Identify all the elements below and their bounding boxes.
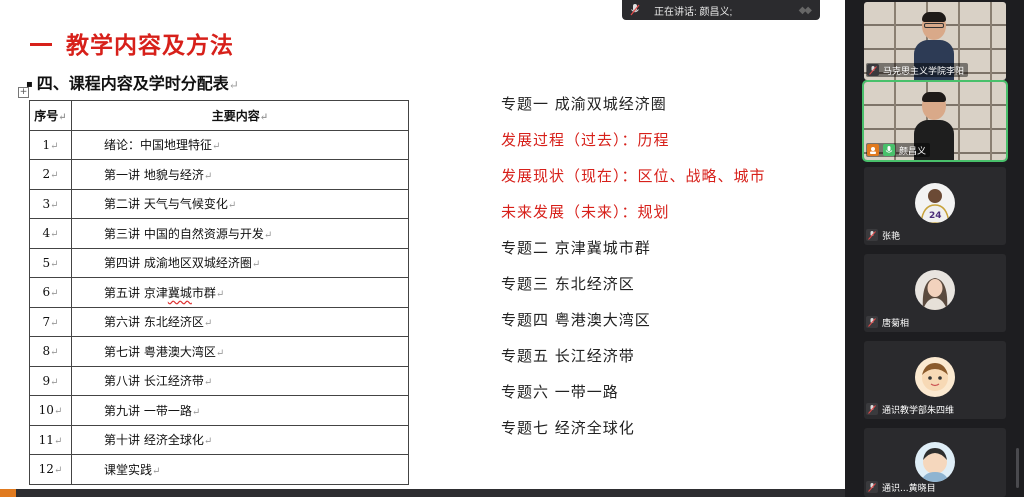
row-content: 第七讲 粤港澳大湾区↵ (71, 336, 409, 367)
title-dash (30, 43, 52, 46)
topic-item: 专题五 长江经济带 (501, 347, 635, 365)
mic-muted-icon (866, 481, 878, 493)
participant-name-bar: 唐菊相 (866, 315, 909, 329)
row-number: 1↵ (29, 129, 72, 160)
row-content: 第五讲 京津冀城市群↵ (71, 277, 409, 308)
topic-item: 专题六 一带一路 (501, 383, 619, 401)
participant-tile[interactable]: 马克思主义学院李阳 (864, 2, 1006, 80)
table-row: 4↵ 第三讲 中国的自然资源与开发↵ (29, 218, 409, 249)
table-row: 8↵ 第七讲 粤港澳大湾区↵ (29, 336, 409, 367)
active-speaker-bar[interactable]: 正在讲话: 颜昌义; ◆◆ (622, 0, 820, 20)
row-number: 11↵ (29, 424, 72, 455)
row-number: 2↵ (29, 159, 72, 190)
topic-subitem: 未来发展（未来）：规划 (501, 203, 670, 221)
row-content: 第九讲 一带一路↵ (71, 395, 409, 426)
svg-text:24: 24 (929, 211, 942, 221)
header-content: 主要内容↵ (71, 100, 409, 131)
topic-item: 专题四 粤港澳大湾区 (501, 311, 651, 329)
row-number: 8↵ (29, 336, 72, 367)
mic-muted-icon (866, 316, 878, 328)
subheading-text: 四、课程内容及学时分配表 (36, 74, 229, 93)
mic-icon (630, 4, 640, 16)
course-table: 序号↵ 主要内容↵ 1↵ 绪论：中国地理特征↵ 2↵ 第一讲 地貌与经济↵ 3↵… (29, 100, 409, 485)
participants-panel: 马克思主义学院李阳 颜昌义 24 张艳 唐菊相 通识教学部朱四维 通识...黄晓… (845, 0, 1024, 497)
participant-name: 张艳 (882, 231, 901, 242)
participant-tile-active[interactable]: 颜昌义 (862, 80, 1008, 162)
spellcheck-underline: 冀城 (167, 285, 192, 300)
row-content: 第三讲 中国的自然资源与开发↵ (71, 218, 409, 249)
table-row: 12↵ 课堂实践↵ (29, 454, 409, 485)
mic-muted-icon (866, 229, 878, 241)
topic-item: 专题二 京津冀城市群 (501, 239, 651, 257)
mic-muted-icon (867, 64, 879, 76)
table-row: 6↵ 第五讲 京津冀城市群↵ (29, 277, 409, 308)
header-no: 序号↵ (29, 100, 72, 131)
table-move-handle-icon[interactable]: + (18, 87, 29, 98)
table-header-row: 序号↵ 主要内容↵ (29, 100, 409, 131)
row-content: 绪论：中国地理特征↵ (71, 129, 409, 160)
speaker-label: 正在讲话: 颜昌义; (654, 6, 733, 18)
avatar (915, 357, 955, 397)
participant-name: 通识教学部朱四维 (882, 405, 955, 416)
topic-item: 专题七 经济全球化 (501, 419, 635, 437)
participant-name: 马克思主义学院李阳 (883, 66, 965, 77)
participant-name-bar: 通识教学部朱四维 (866, 402, 954, 416)
host-icon (867, 144, 879, 156)
participant-name-bar: 颜昌义 (866, 143, 931, 157)
participant-tile[interactable]: 24 张艳 (864, 167, 1006, 245)
table-row: 7↵ 第六讲 东北经济区↵ (29, 306, 409, 337)
participant-name: 颜昌义 (899, 146, 927, 157)
table-row: 3↵ 第二讲 天气与气候变化↵ (29, 188, 409, 219)
mic-muted-icon (866, 403, 878, 415)
section-subheading: ▪ 四、课程内容及学时分配表↵ (26, 70, 239, 94)
taskbar-app-icon[interactable] (0, 489, 16, 497)
participant-name-bar: 张艳 (866, 228, 900, 242)
row-number: 3↵ (29, 188, 72, 219)
table-row: 2↵ 第一讲 地貌与经济↵ (29, 159, 409, 190)
participant-name: 通识...黄晓目 (882, 483, 936, 494)
row-number: 6↵ (29, 277, 72, 308)
row-content: 第八讲 长江经济带↵ (71, 365, 409, 396)
table-row: 9↵ 第八讲 长江经济带↵ (29, 365, 409, 396)
table-row: 1↵ 绪论：中国地理特征↵ (29, 129, 409, 160)
row-number: 4↵ (29, 218, 72, 249)
paragraph-mark-icon: ↵ (228, 78, 239, 92)
table-row: 11↵ 第十讲 经济全球化↵ (29, 424, 409, 455)
topic-item: 专题一 成渝双城经济圈 (501, 95, 667, 113)
participant-name: 唐菊相 (882, 318, 910, 329)
participant-name-bar: 通识...黄晓目 (866, 480, 936, 494)
row-content: 第六讲 东北经济区↵ (71, 306, 409, 337)
shared-slide: 教学内容及方法 ▪ 四、课程内容及学时分配表↵ + 序号↵ 主要内容↵ 1↵ 绪论… (0, 0, 845, 489)
avatar (915, 270, 955, 310)
slide-title: 教学内容及方法 (30, 26, 234, 60)
row-content: 第一讲 地貌与经济↵ (71, 159, 409, 190)
avatar: 24 (915, 183, 955, 223)
participant-tile[interactable]: 通识教学部朱四维 (864, 341, 1006, 419)
row-content: 课堂实践↵ (71, 454, 409, 485)
topic-subitem: 发展过程（过去）：历程 (501, 131, 670, 149)
row-number: 12↵ (29, 454, 72, 485)
drag-handle-icon[interactable]: ◆◆ (799, 5, 812, 16)
row-number: 5↵ (29, 247, 72, 278)
topic-list: 专题一 成渝双城经济圈 发展过程（过去）：历程 发展现状（现在）：区位、战略、城… (501, 92, 766, 452)
participant-tile[interactable]: 通识...黄晓目 (864, 428, 1006, 497)
topic-item: 专题三 东北经济区 (501, 275, 635, 293)
table-row: 5↵ 第四讲 成渝地区双城经济圈↵ (29, 247, 409, 278)
slide-title-text: 教学内容及方法 (66, 33, 234, 59)
topic-subitem: 发展现状（现在）：区位、战略、城市 (501, 167, 766, 185)
mic-active-icon (883, 144, 895, 156)
panel-scrollbar[interactable] (1016, 448, 1019, 488)
avatar (915, 442, 955, 482)
row-number: 7↵ (29, 306, 72, 337)
participant-name-bar: 马克思主义学院李阳 (866, 63, 969, 77)
row-content: 第二讲 天气与气候变化↵ (71, 188, 409, 219)
row-content: 第四讲 成渝地区双城经济圈↵ (71, 247, 409, 278)
row-number: 10↵ (29, 395, 72, 426)
table-row: 10↵ 第九讲 一带一路↵ (29, 395, 409, 426)
bottom-strip (0, 489, 845, 497)
row-content: 第十讲 经济全球化↵ (71, 424, 409, 455)
participant-tile[interactable]: 唐菊相 (864, 254, 1006, 332)
row-number: 9↵ (29, 365, 72, 396)
